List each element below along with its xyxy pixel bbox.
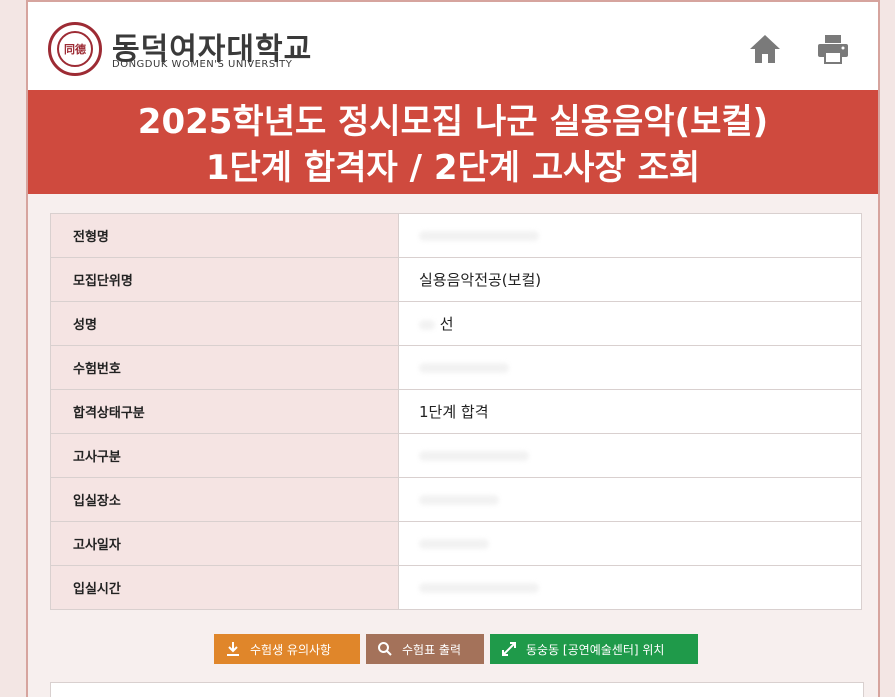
row-value: 1단계 합격 (398, 389, 862, 434)
row-label: 입실장소 (50, 477, 399, 522)
university-name-en: DONGDUK WOMEN'S UNIVERSITY (112, 59, 293, 70)
table-row: 고사구분 (50, 433, 862, 478)
row-label: 입실시간 (50, 565, 399, 610)
row-label: 고사일자 (50, 521, 399, 566)
row-value: 선 (398, 301, 862, 346)
redacted-value (419, 450, 529, 461)
name-visible-part: 선 (439, 315, 454, 333)
seal-inner: 同德 (57, 31, 93, 67)
search-icon (376, 640, 394, 658)
row-value (398, 345, 862, 390)
table-row: 모집단위명 실용음악전공(보컬) (50, 257, 862, 302)
table-row: 입실시간 (50, 565, 862, 610)
row-label: 성명 (50, 301, 399, 346)
location-button[interactable]: 동숭동 [공연예술센터] 위치 (490, 634, 698, 664)
table-row: 성명 선 (50, 301, 862, 346)
row-value (398, 521, 862, 566)
redacted-value (419, 319, 435, 330)
table-row: 입실장소 (50, 477, 862, 522)
row-value: 실용음악전공(보컬) (398, 257, 862, 302)
print-ticket-label: 수험표 출력 (402, 642, 462, 657)
table-row: 합격상태구분 1단계 합격 (50, 389, 862, 434)
expand-icon (500, 640, 518, 658)
redacted-value (419, 494, 499, 505)
row-label: 모집단위명 (50, 257, 399, 302)
row-label: 전형명 (50, 213, 399, 258)
banner-title-line1: 2025학년도 정시모집 나군 실용음악(보컬) (137, 102, 769, 142)
row-value (398, 565, 862, 610)
home-icon[interactable] (748, 32, 782, 66)
result-info-table: 전형명 모집단위명 실용음악전공(보컬) 성명 선 수험번호 합격상태구분 1단… (50, 213, 862, 610)
exam-notice-button[interactable]: 수험생 유의사항 (214, 634, 360, 664)
row-label: 합격상태구분 (50, 389, 399, 434)
page-frame: 同德 동덕여자대학교 DONGDUK WOMEN'S UNIVERSITY 20… (26, 0, 880, 697)
row-value (398, 213, 862, 258)
table-row: 수험번호 (50, 345, 862, 390)
print-ticket-button[interactable]: 수험표 출력 (366, 634, 484, 664)
site-header: 同德 동덕여자대학교 DONGDUK WOMEN'S UNIVERSITY (28, 0, 878, 92)
exam-notice-label: 수험생 유의사항 (250, 642, 332, 657)
redacted-value (419, 538, 489, 549)
title-banner: 2025학년도 정시모집 나군 실용음악(보컬) 1단계 합격자 / 2단계 고… (28, 90, 878, 194)
download-icon (224, 640, 242, 658)
redacted-value (419, 230, 539, 241)
redacted-value (419, 362, 509, 373)
row-label: 고사구분 (50, 433, 399, 478)
row-value (398, 433, 862, 478)
location-label: 동숭동 [공연예술센터] 위치 (526, 642, 665, 657)
university-seal-logo[interactable]: 同德 (48, 22, 102, 76)
row-value (398, 477, 862, 522)
redacted-value (419, 582, 539, 593)
bottom-panel (50, 682, 864, 697)
row-label: 수험번호 (50, 345, 399, 390)
banner-title-line2: 1단계 합격자 / 2단계 고사장 조회 (205, 148, 701, 188)
print-icon[interactable] (816, 32, 850, 66)
table-row: 고사일자 (50, 521, 862, 566)
table-row: 전형명 (50, 213, 862, 258)
